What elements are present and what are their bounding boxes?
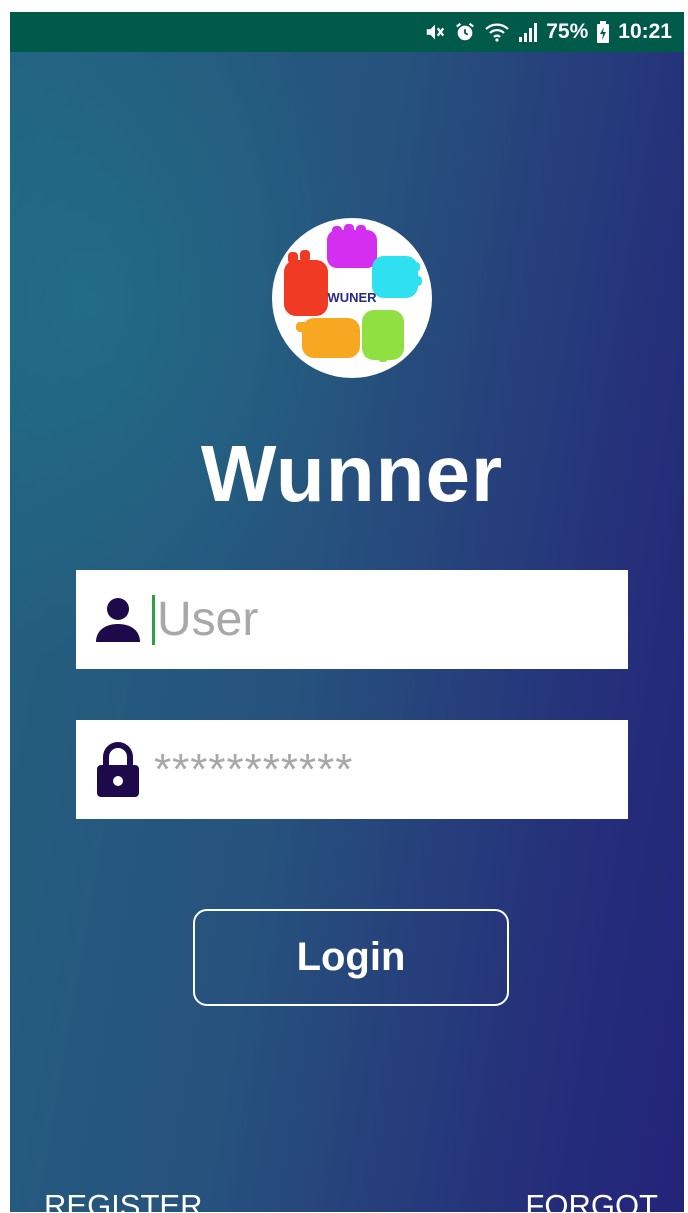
register-link[interactable]: REGISTER — [44, 1188, 202, 1212]
orange-fist-shape — [296, 318, 360, 358]
battery-icon — [596, 21, 610, 43]
app-title: Wunner — [200, 429, 504, 518]
login-screen: WUNER Wunner User *********** Login REGI… — [10, 52, 684, 1212]
wifi-icon — [484, 21, 510, 43]
mute-icon — [424, 21, 446, 43]
username-placeholder: User — [157, 592, 259, 646]
red-fist-shape — [284, 250, 328, 316]
text-cursor — [152, 594, 155, 645]
phone-screen: 75% 10:21 WUNER Wunner User *********** … — [10, 12, 684, 1212]
green-fist-shape — [362, 310, 404, 362]
password-field[interactable]: *********** — [76, 720, 628, 819]
lock-icon — [94, 741, 142, 798]
user-icon — [94, 592, 142, 648]
forgot-link[interactable]: FORGOT — [525, 1188, 658, 1212]
alarm-icon — [454, 21, 476, 43]
cyan-fist-shape — [372, 256, 422, 298]
signal-icon — [518, 21, 538, 43]
status-time: 10:21 — [618, 20, 672, 43]
app-logo: WUNER — [272, 218, 432, 378]
battery-percent: 75% — [546, 20, 589, 43]
login-button[interactable]: Login — [193, 909, 509, 1006]
password-value: *********** — [154, 744, 354, 794]
username-field[interactable]: User — [76, 570, 628, 669]
status-bar: 75% 10:21 — [10, 12, 684, 52]
logo-text: WUNER — [327, 290, 377, 305]
magenta-fist-shape — [327, 224, 377, 268]
